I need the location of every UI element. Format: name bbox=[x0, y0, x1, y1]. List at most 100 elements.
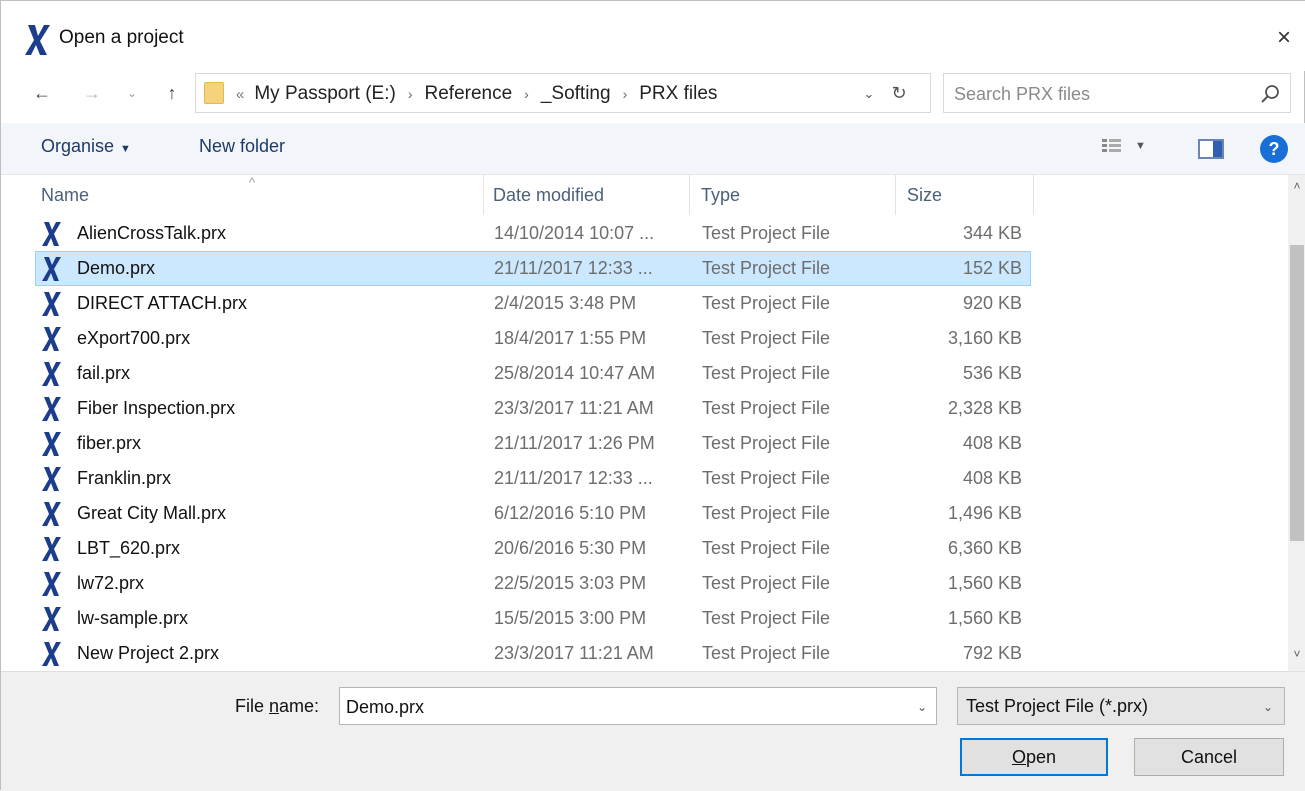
file-row[interactable]: fail.prx 25/8/2014 10:47 AM Test Project F… bbox=[35, 356, 1031, 391]
file-size-cell: 408 KB bbox=[962, 468, 1022, 488]
breadcrumb-separator[interactable]: › bbox=[623, 86, 628, 102]
prx-file-icon bbox=[42, 327, 61, 351]
file-row[interactable]: LBT_620.prx 20/6/2016 5:30 PM Test Project… bbox=[35, 531, 1031, 566]
file-name-cell: AlienCrossTalk.prx bbox=[77, 223, 227, 243]
file-type-value: Test Project File (*.prx) bbox=[966, 696, 1149, 716]
column-divider[interactable] bbox=[483, 175, 484, 215]
cancel-button[interactable]: Cancel bbox=[1134, 738, 1284, 776]
recent-locations-button[interactable]: ⌄ bbox=[121, 79, 143, 107]
scroll-up-arrow-icon[interactable]: ˄ bbox=[1288, 179, 1305, 199]
file-date-cell: 21/11/2017 12:33 ... bbox=[494, 258, 653, 278]
prx-file-icon bbox=[42, 642, 61, 666]
chevron-down-icon: ▼ bbox=[120, 143, 131, 155]
file-type-select[interactable]: Test Project File (*.prx) ⌄ bbox=[957, 687, 1285, 725]
back-button[interactable]: ← bbox=[29, 79, 55, 107]
breadcrumb-item-reference[interactable]: Reference bbox=[425, 83, 513, 105]
breadcrumb-item-my-passport[interactable]: My Passport (E:) bbox=[254, 83, 395, 105]
file-name-cell: lw-sample.prx bbox=[77, 608, 189, 628]
file-row[interactable]: Great City Mall.prx 6/12/2016 5:10 PM Test… bbox=[35, 496, 1031, 531]
chevron-down-icon: ▼ bbox=[1135, 140, 1146, 153]
forward-button[interactable]: → bbox=[79, 79, 105, 107]
close-button[interactable]: × bbox=[1269, 23, 1299, 53]
window-title: Open a project bbox=[59, 27, 184, 48]
file-row[interactable]: Demo.prx 21/11/2017 12:33 ... Test Project… bbox=[35, 251, 1031, 286]
change-view-button[interactable]: ▼ bbox=[1101, 137, 1161, 161]
help-icon[interactable]: ? bbox=[1260, 135, 1288, 163]
breadcrumb-separator[interactable]: › bbox=[524, 86, 529, 102]
scroll-down-arrow-icon[interactable]: ˅ bbox=[1288, 647, 1305, 667]
breadcrumb-item-softing[interactable]: _Softing bbox=[541, 83, 611, 105]
chevron-down-icon[interactable]: ⌄ bbox=[912, 694, 932, 720]
file-size-cell: 1,496 KB bbox=[947, 503, 1022, 523]
prx-file-icon bbox=[42, 222, 61, 246]
file-name-input[interactable] bbox=[346, 693, 906, 721]
file-row[interactable]: DIRECT ATTACH.prx 2/4/2015 3:48 PM Test Pr… bbox=[35, 286, 1031, 321]
search-box bbox=[943, 73, 1291, 113]
file-date-cell: 18/4/2017 1:55 PM bbox=[494, 328, 647, 348]
file-name-cell: Fiber Inspection.prx bbox=[77, 398, 236, 418]
scrollbar-thumb[interactable] bbox=[1290, 245, 1304, 541]
preview-pane-button[interactable] bbox=[1198, 139, 1224, 159]
file-row[interactable]: fiber.prx 21/11/2017 1:26 PM Test Project … bbox=[35, 426, 1031, 461]
file-date-cell: 22/5/2015 3:03 PM bbox=[494, 573, 647, 593]
breadcrumb-overflow[interactable]: « bbox=[236, 86, 244, 103]
file-type-cell: Test Project File bbox=[702, 643, 831, 663]
refresh-button[interactable]: ↻ bbox=[886, 80, 912, 106]
column-header-size[interactable]: Size bbox=[907, 185, 942, 206]
sort-indicator-icon: ^ bbox=[249, 175, 256, 190]
file-row[interactable]: New Project 2.prx 23/3/2017 11:21 AM Test … bbox=[35, 636, 1031, 671]
file-type-cell: Test Project File bbox=[702, 328, 831, 348]
prx-file-icon bbox=[42, 537, 61, 561]
file-size-cell: 1,560 KB bbox=[947, 608, 1022, 628]
file-date-cell: 21/11/2017 12:33 ... bbox=[494, 468, 653, 488]
file-row[interactable]: AlienCrossTalk.prx 14/10/2014 10:07 ... Te… bbox=[35, 216, 1031, 251]
column-divider[interactable] bbox=[689, 175, 690, 215]
file-rows: AlienCrossTalk.prx 14/10/2014 10:07 ... Te… bbox=[35, 216, 1031, 671]
prx-file-icon bbox=[42, 397, 61, 421]
file-type-cell: Test Project File bbox=[702, 538, 831, 558]
file-row[interactable]: lw72.prx 22/5/2015 3:03 PM Test Project Fi… bbox=[35, 566, 1031, 601]
breadcrumb-separator[interactable]: › bbox=[408, 86, 413, 102]
file-date-cell: 15/5/2015 3:00 PM bbox=[494, 608, 647, 628]
file-name-cell: Demo.prx bbox=[77, 258, 156, 278]
organise-menu-button[interactable]: Organise ▼ bbox=[41, 136, 131, 157]
title-bar: Open a project × bbox=[1, 1, 1305, 71]
up-button[interactable]: ↑ bbox=[159, 79, 185, 107]
file-size-cell: 920 KB bbox=[962, 293, 1022, 313]
file-size-cell: 2,328 KB bbox=[947, 398, 1022, 418]
file-type-cell: Test Project File bbox=[702, 363, 831, 383]
breadcrumb-item-prx-files[interactable]: PRX files bbox=[639, 83, 717, 105]
file-name-cell: fiber.prx bbox=[77, 433, 142, 453]
file-name-cell: DIRECT ATTACH.prx bbox=[77, 293, 248, 313]
address-dropdown-button[interactable]: ⌄ bbox=[858, 82, 880, 106]
column-header-row: ^ Name Date modified Type Size bbox=[1, 175, 1286, 215]
file-name-cell: LBT_620.prx bbox=[77, 538, 181, 558]
search-icon[interactable] bbox=[1258, 82, 1282, 106]
column-divider[interactable] bbox=[895, 175, 896, 215]
address-bar[interactable]: « My Passport (E:) › Reference › _Softin… bbox=[195, 73, 931, 113]
column-divider[interactable] bbox=[1033, 175, 1034, 215]
file-date-cell: 23/3/2017 11:21 AM bbox=[494, 643, 654, 663]
open-project-dialog: Open a project × ← → ⌄ ↑ « My Passport (… bbox=[0, 0, 1305, 791]
open-button[interactable]: Open bbox=[960, 738, 1108, 776]
file-name-cell: lw72.prx bbox=[77, 573, 145, 593]
file-row[interactable]: Fiber Inspection.prx 23/3/2017 11:21 AM Te… bbox=[35, 391, 1031, 426]
prx-file-icon bbox=[42, 432, 61, 456]
file-name-cell: fail.prx bbox=[77, 363, 131, 383]
folder-icon bbox=[204, 82, 224, 104]
organise-label: Organise bbox=[41, 136, 115, 156]
column-header-date-modified[interactable]: Date modified bbox=[493, 185, 604, 206]
footer-panel: File name: ⌄ Test Project File (*.prx) ⌄… bbox=[1, 671, 1305, 791]
file-size-cell: 1,560 KB bbox=[947, 573, 1022, 593]
file-row[interactable]: Franklin.prx 21/11/2017 12:33 ... Test Pro… bbox=[35, 461, 1031, 496]
file-type-cell: Test Project File bbox=[702, 223, 831, 243]
vertical-scrollbar[interactable]: ˄ ˅ bbox=[1288, 175, 1305, 671]
file-row[interactable]: lw-sample.prx 15/5/2015 3:00 PM Test Proje… bbox=[35, 601, 1031, 636]
prx-file-icon bbox=[42, 502, 61, 526]
file-row[interactable]: eXport700.prx 18/4/2017 1:55 PM Test Proje… bbox=[35, 321, 1031, 356]
column-header-type[interactable]: Type bbox=[701, 185, 740, 206]
new-folder-button[interactable]: New folder bbox=[199, 136, 285, 157]
column-header-name[interactable]: Name bbox=[41, 185, 89, 206]
file-size-cell: 3,160 KB bbox=[947, 328, 1022, 348]
search-input[interactable] bbox=[954, 80, 1244, 108]
